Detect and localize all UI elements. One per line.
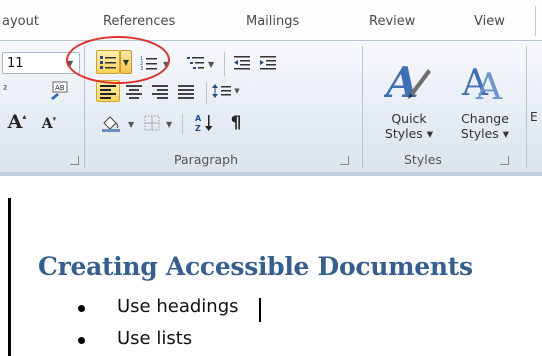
justify-icon xyxy=(178,85,194,99)
change-case-button[interactable]: AB xyxy=(46,80,72,102)
caret-up-icon: ▴ xyxy=(22,111,27,121)
svg-text:A: A xyxy=(475,67,503,105)
tab-review[interactable]: Review xyxy=(369,14,415,29)
decrease-indent-icon xyxy=(234,56,250,70)
borders-button[interactable] xyxy=(140,112,164,134)
shading-button[interactable] xyxy=(96,112,126,134)
tab-view[interactable]: View xyxy=(474,14,505,29)
grow-font-button[interactable]: A ▴ xyxy=(2,110,32,134)
button-separator xyxy=(206,82,207,104)
font-size-value: 11 xyxy=(7,55,24,71)
chevron-down-icon: ▼ xyxy=(234,87,240,95)
document-heading[interactable]: Creating Accessible Documents xyxy=(38,252,473,281)
change-case-icon: AB xyxy=(51,81,68,100)
align-left-icon xyxy=(100,85,116,99)
align-right-button[interactable] xyxy=(148,80,172,102)
multilevel-list-icon xyxy=(187,57,204,69)
decrease-indent-button[interactable] xyxy=(230,52,254,74)
bullet-marker xyxy=(78,337,85,344)
styles-group-label: Styles xyxy=(404,152,442,167)
tab-page-layout[interactable]: ayout xyxy=(2,14,39,29)
paragraph-group-label: Paragraph xyxy=(174,152,239,167)
button-separator xyxy=(224,52,225,76)
borders-dropdown-icon[interactable]: ▼ xyxy=(166,120,172,129)
bullet-marker xyxy=(78,305,85,312)
text-cursor xyxy=(259,298,261,322)
svg-text:Z: Z xyxy=(195,124,201,133)
increase-indent-icon xyxy=(260,56,276,70)
svg-text:AB: AB xyxy=(55,84,65,92)
change-styles-label-1: Change xyxy=(461,111,509,126)
tab-references[interactable]: References xyxy=(103,14,175,29)
styles-dialog-launcher[interactable] xyxy=(500,156,509,165)
page-left-border xyxy=(8,198,11,356)
line-spacing-button[interactable]: ▼ xyxy=(212,80,240,102)
change-styles-label-2: Styles ▾ xyxy=(460,126,510,141)
tab-separator xyxy=(535,6,536,36)
quick-styles-button[interactable]: A Quick Styles ▾ xyxy=(372,50,446,146)
grow-font-glyph: A xyxy=(7,111,23,133)
font-dialog-launcher[interactable] xyxy=(70,156,79,165)
align-center-icon xyxy=(126,85,142,99)
list-item[interactable]: Use lists xyxy=(117,328,192,349)
shrink-font-glyph: A xyxy=(41,116,53,132)
sort-az-icon: A Z xyxy=(195,114,213,133)
list-item[interactable]: Use headings xyxy=(117,296,239,317)
line-spacing-icon xyxy=(212,84,232,98)
svg-text:A: A xyxy=(384,58,419,105)
sort-button[interactable]: A Z xyxy=(192,112,218,134)
shrink-font-button[interactable]: A ▾ xyxy=(36,114,62,134)
multilevel-dropdown-icon[interactable]: ▼ xyxy=(208,60,214,69)
borders-icon xyxy=(144,115,160,131)
paragraph-dialog-launcher[interactable] xyxy=(340,156,349,165)
annotation-ellipse xyxy=(66,36,170,84)
shading-dropdown-icon[interactable]: ▼ xyxy=(128,120,134,129)
show-formatting-button[interactable]: ¶ xyxy=(224,112,248,134)
quick-styles-label-1: Quick xyxy=(391,111,427,126)
increase-indent-button[interactable] xyxy=(256,52,280,74)
group-separator xyxy=(362,46,363,168)
editing-partial-label: E xyxy=(530,110,538,124)
quick-styles-icon: A xyxy=(384,58,431,105)
quick-styles-label-2: Styles ▾ xyxy=(384,126,434,141)
button-separator xyxy=(182,114,183,134)
group-separator xyxy=(526,46,527,168)
shading-bucket-icon xyxy=(102,116,120,132)
change-styles-button[interactable]: A A Change Styles ▾ xyxy=(448,50,522,146)
svg-text:A: A xyxy=(195,114,202,123)
ribbon-tab-bar: ayout References Mailings Review View xyxy=(0,0,542,40)
pilcrow-icon: ¶ xyxy=(230,113,242,133)
multilevel-list-button[interactable] xyxy=(184,52,208,74)
caret-down-icon: ▾ xyxy=(52,115,57,123)
tab-mailings[interactable]: Mailings xyxy=(246,14,299,29)
align-right-icon xyxy=(152,85,168,99)
superscript-glyph[interactable]: ² xyxy=(3,83,7,96)
justify-button[interactable] xyxy=(174,80,198,102)
change-styles-icon: A A xyxy=(461,63,503,105)
